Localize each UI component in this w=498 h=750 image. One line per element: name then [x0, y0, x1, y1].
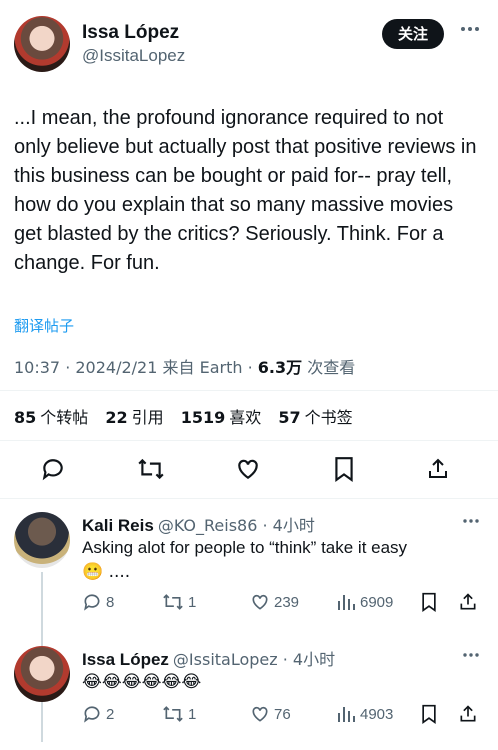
share-button[interactable] — [458, 592, 482, 612]
post-meta: 10:37 · 2024/2/21 来自 Earth · 6.3万 次查看 — [14, 354, 355, 378]
reply-header: Issa López @IssitaLopez · 4小时 — [82, 646, 335, 670]
bookmark-icon — [420, 704, 438, 724]
stat-reposts[interactable]: 85 个转帖 — [14, 408, 88, 427]
share-icon — [458, 592, 478, 612]
analytics-icon — [336, 592, 356, 612]
reply-author-name[interactable]: Issa López — [82, 650, 169, 669]
reply-author-name[interactable]: Kali Reis — [82, 516, 154, 535]
divider — [0, 390, 498, 391]
share-button[interactable] — [458, 704, 482, 724]
divider — [0, 498, 498, 499]
reply-icon — [82, 704, 102, 724]
like-button[interactable]: 76 — [250, 704, 291, 724]
reply-action-bar: 8 1 239 6909 — [82, 592, 482, 616]
stat-quotes[interactable]: 22 引用 — [105, 408, 163, 427]
retweet-button[interactable]: 1 — [162, 592, 196, 612]
views-count: 6.3万 — [257, 358, 303, 377]
author-handle[interactable]: @IssitaLopez — [82, 46, 185, 66]
reply-text-line: Asking alot for people to “think” take i… — [82, 538, 408, 557]
share-icon[interactable] — [426, 456, 450, 482]
bookmark-icon — [420, 592, 438, 612]
more-horizontal-icon[interactable] — [460, 26, 480, 32]
divider — [0, 440, 498, 441]
retweet-count: 1 — [188, 593, 197, 611]
retweet-icon — [162, 592, 184, 612]
views-label: 次查看 — [302, 358, 356, 377]
like-count: 239 — [274, 593, 300, 611]
reply-meta[interactable]: @IssitaLopez · 4小时 — [173, 650, 335, 669]
stat-likes[interactable]: 1519 喜欢 — [181, 408, 262, 427]
reply-header: Kali Reis @KO_Reis86 · 4小时 — [82, 512, 315, 536]
like-count: 76 — [274, 705, 291, 723]
translate-post-link[interactable]: 翻译帖子 — [14, 315, 74, 336]
post-action-bar — [40, 454, 450, 484]
bookmark-icon[interactable] — [332, 456, 356, 482]
bookmark-button[interactable] — [420, 592, 442, 612]
retweet-icon[interactable] — [137, 456, 165, 482]
views-button[interactable]: 6909 — [336, 592, 393, 612]
author-name[interactable]: Issa López — [82, 22, 179, 44]
post-header: Issa López @IssitaLopez 关注 — [14, 14, 484, 74]
avatar[interactable] — [14, 16, 70, 72]
reply-meta[interactable]: @KO_Reis86 · 4小时 — [158, 516, 315, 535]
heart-icon — [250, 704, 270, 724]
reply-text: Asking alot for people to “think” take i… — [82, 536, 477, 584]
retweet-icon — [162, 704, 184, 724]
views-count: 4903 — [360, 705, 394, 723]
reply-text-line: 😬 .... — [82, 562, 131, 582]
bookmark-button[interactable] — [420, 704, 442, 724]
reply-count: 2 — [106, 705, 115, 723]
analytics-icon — [336, 704, 356, 724]
reply-button[interactable]: 8 — [82, 592, 114, 612]
reply-count: 8 — [106, 593, 115, 611]
retweet-count: 1 — [188, 705, 197, 723]
heart-icon — [250, 592, 270, 612]
follow-button[interactable]: 关注 — [381, 19, 444, 49]
like-button[interactable]: 239 — [250, 592, 299, 612]
avatar[interactable] — [14, 646, 70, 702]
reply-text: 😂😂😂😂😂😂 — [82, 672, 202, 692]
stat-bookmarks[interactable]: 57 个书签 — [278, 408, 352, 427]
post-timestamp[interactable]: 10:37 · 2024/2/21 来自 Earth · — [14, 358, 258, 377]
heart-icon[interactable] — [235, 456, 261, 482]
views-button[interactable]: 4903 — [336, 704, 393, 724]
reply-icon[interactable] — [40, 456, 66, 482]
post-stats: 85 个转帖 22 引用 1519 喜欢 57 个书签 — [14, 404, 365, 428]
share-icon — [458, 704, 478, 724]
reply-button[interactable]: 2 — [82, 704, 114, 724]
post-text: ...I mean, the profound ignorance requir… — [14, 107, 477, 274]
retweet-button[interactable]: 1 — [162, 704, 196, 724]
more-horizontal-icon[interactable] — [462, 518, 480, 524]
views-count: 6909 — [360, 593, 394, 611]
reply-icon — [82, 592, 102, 612]
reply-action-bar: 2 1 76 4903 — [82, 704, 482, 728]
avatar[interactable] — [14, 512, 70, 568]
more-horizontal-icon[interactable] — [462, 652, 480, 658]
